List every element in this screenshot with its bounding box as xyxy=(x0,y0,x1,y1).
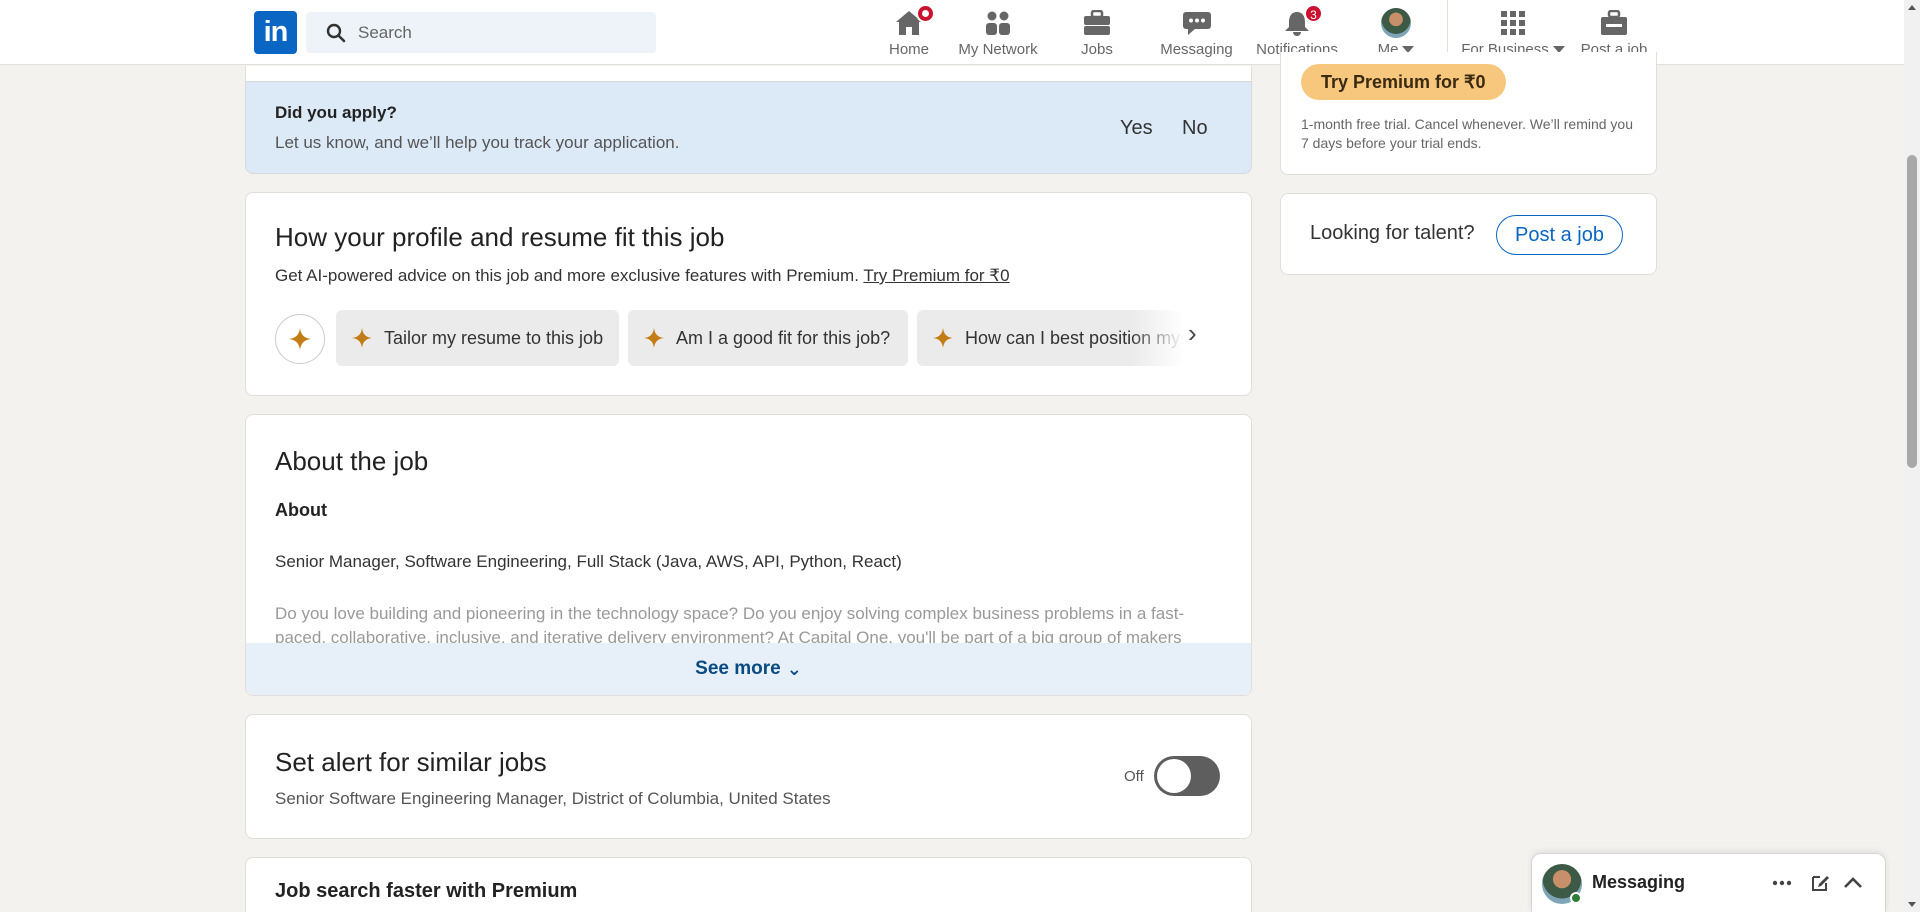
page-scrollbar[interactable] xyxy=(1904,0,1920,912)
nav-messaging[interactable]: Messaging xyxy=(1159,8,1234,60)
nav-label: Jobs xyxy=(1081,41,1113,58)
see-more-button[interactable]: See more ⌄ xyxy=(246,643,1251,695)
nav-label: Home xyxy=(888,41,929,58)
chip-good-fit[interactable]: Am I a good fit for this job? xyxy=(628,310,908,366)
fit-desc-text: Get AI-powered advice on this job and mo… xyxy=(275,266,864,285)
chip-label: How can I best position myself for this … xyxy=(965,327,1184,348)
fit-card-description: Get AI-powered advice on this job and mo… xyxy=(275,266,1010,286)
nav-jobs[interactable]: Jobs xyxy=(1077,8,1117,60)
chip-tailor-resume[interactable]: Tailor my resume to this job xyxy=(336,310,619,366)
apply-question: Did you apply? xyxy=(275,103,397,122)
chip-position-myself[interactable]: How can I best position myself for this … xyxy=(917,310,1184,366)
fit-card-title: How your profile and resume fit this job xyxy=(275,222,725,252)
job-title-text: Senior Manager, Software Engineering, Fu… xyxy=(275,552,902,571)
looking-for-talent-label: Looking for talent? xyxy=(1310,222,1475,244)
nav-my-network[interactable]: My Network xyxy=(956,8,1040,60)
messaging-dock[interactable]: Messaging xyxy=(1531,853,1886,912)
scroll-down-arrow-icon[interactable] xyxy=(1908,902,1916,907)
about-card-title: About the job xyxy=(275,446,429,476)
no-button[interactable]: No xyxy=(1182,117,1208,140)
grid-icon xyxy=(1501,11,1525,35)
trial-note: 1-month free trial. Cancel whenever. We’… xyxy=(1301,116,1634,151)
job-header-card-bottom xyxy=(245,66,1252,82)
chevron-right-icon[interactable]: › xyxy=(1188,318,1197,349)
network-icon xyxy=(986,11,1010,35)
job-alert-card: Set alert for similar jobs Senior Softwa… xyxy=(245,714,1252,839)
ai-spark-button[interactable] xyxy=(275,314,325,364)
spark-icon xyxy=(933,328,953,348)
premium-promo-card: Job search faster with Premium xyxy=(245,857,1252,912)
alert-card-title: Set alert for similar jobs xyxy=(275,747,547,777)
profile-fit-card: How your profile and resume fit this job… xyxy=(245,192,1252,396)
job-alert-toggle[interactable] xyxy=(1154,756,1220,796)
chevron-down-icon: ⌄ xyxy=(786,658,802,679)
messaging-icon xyxy=(1182,12,1211,35)
premium-trial-card: Try Premium for ₹0 1-month free trial. C… xyxy=(1280,52,1657,175)
job-description-text: Do you love building and pioneering in t… xyxy=(275,604,1185,646)
post-a-job-button[interactable]: Post a job xyxy=(1496,215,1623,255)
try-premium-button[interactable]: Try Premium for ₹0 xyxy=(1301,64,1506,100)
post-job-icon xyxy=(1601,10,1627,35)
nav-home[interactable]: Home xyxy=(877,4,941,60)
toggle-state-label: Off xyxy=(1124,768,1144,785)
chevron-up-icon[interactable] xyxy=(1843,876,1863,890)
yes-button[interactable]: Yes xyxy=(1120,117,1153,140)
nav-label: My Network xyxy=(958,41,1038,58)
alert-subtitle: Senior Software Engineering Manager, Dis… xyxy=(275,789,831,808)
notifications-count-badge: 3 xyxy=(1304,4,1323,23)
premium-card-title: Job search faster with Premium xyxy=(275,880,578,902)
search-input[interactable] xyxy=(358,22,638,43)
try-premium-link[interactable]: Try Premium for ₹0 xyxy=(863,266,1009,285)
chip-label: Am I a good fit for this job? xyxy=(676,327,891,348)
avatar xyxy=(1381,8,1411,38)
briefcase-icon xyxy=(1084,10,1110,35)
search-box[interactable] xyxy=(306,12,656,53)
toggle-knob xyxy=(1157,759,1191,793)
compose-icon[interactable] xyxy=(1810,873,1830,893)
apply-subtitle: Let us know, and we’ll help you track yo… xyxy=(275,133,680,152)
online-status-dot xyxy=(1570,892,1582,904)
about-the-job-card: About the job About Senior Manager, Soft… xyxy=(245,414,1252,696)
home-notification-dot xyxy=(916,4,935,23)
scroll-up-arrow-icon[interactable] xyxy=(1908,5,1916,10)
spark-icon xyxy=(352,328,372,348)
see-more-label: See more xyxy=(695,658,781,679)
search-icon xyxy=(326,23,346,42)
did-you-apply-banner: Did you apply? Let us know, and we’ll he… xyxy=(245,81,1252,174)
nav-label: Messaging xyxy=(1160,41,1233,58)
spark-icon xyxy=(289,328,311,350)
about-section-heading: About xyxy=(275,500,327,520)
spark-icon xyxy=(644,328,664,348)
post-job-card: Looking for talent? Post a job xyxy=(1280,193,1657,275)
linkedin-logo[interactable]: in xyxy=(254,11,297,54)
more-options-icon[interactable] xyxy=(1772,880,1792,886)
messaging-title: Messaging xyxy=(1592,872,1686,892)
scrollbar-thumb[interactable] xyxy=(1907,155,1917,468)
chip-label: Tailor my resume to this job xyxy=(384,327,604,348)
